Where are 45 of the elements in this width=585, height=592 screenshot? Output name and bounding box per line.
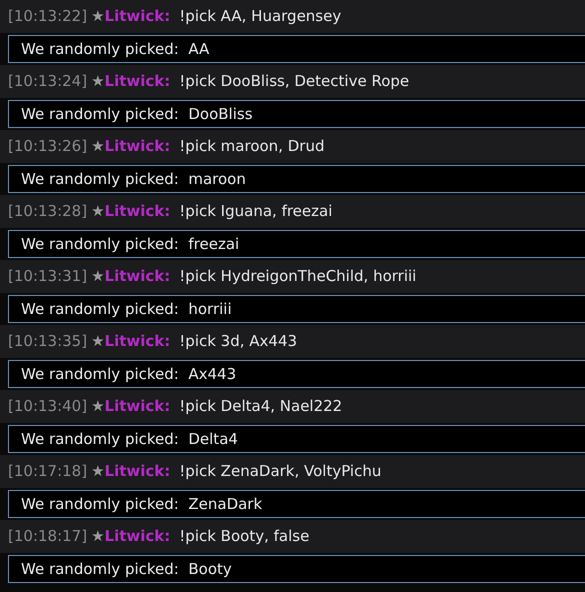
username: Litwick: (104, 266, 170, 288)
timestamp: [10:13:28] (8, 201, 88, 222)
result-text: We randomly picked: freezai (21, 234, 240, 255)
timestamp: [10:13:24] (8, 71, 88, 92)
message-text: !pick AA, Huargensey (179, 6, 342, 28)
message-text: !pick Booty, false (179, 526, 310, 548)
message-text: !pick DooBliss, Detective Rope (179, 71, 410, 92)
result-text: We randomly picked: ZenaDark (21, 494, 262, 515)
rank-symbol: ★ (91, 136, 105, 158)
rank-symbol: ★ (91, 396, 105, 418)
rank-symbol: ★ (91, 201, 105, 222)
message-text: !pick maroon, Drud (179, 136, 324, 158)
timestamp: [10:17:18] (8, 461, 88, 482)
username: Litwick: (104, 6, 170, 28)
result-text: We randomly picked: Ax443 (21, 364, 236, 385)
rank-symbol: ★ (91, 461, 105, 482)
username: Litwick: (104, 461, 170, 482)
rank-symbol: ★ (91, 71, 105, 92)
timestamp: [10:13:26] (8, 136, 88, 158)
message-text: !pick 3d, Ax443 (179, 331, 298, 352)
message-text: !pick HydreigonTheChild, horriii (179, 266, 416, 288)
result-text: We randomly picked: DooBliss (21, 104, 253, 125)
result-text: We randomly picked: maroon (21, 168, 246, 190)
message-text: !pick Iguana, freezai (179, 201, 332, 222)
message-text: !pick ZenaDark, VoltyPichu (179, 461, 382, 482)
timestamp: [10:18:17] (8, 526, 88, 548)
rank-symbol: ★ (91, 266, 105, 288)
username: Litwick: (104, 396, 170, 418)
message-text: !pick Delta4, Nael222 (179, 396, 342, 418)
timestamp: [10:13:31] (8, 266, 88, 288)
timestamp: [10:13:35] (8, 331, 88, 352)
rank-symbol: ★ (91, 526, 105, 548)
username: Litwick: (104, 136, 170, 158)
username: Litwick: (104, 201, 170, 222)
result-text: We randomly picked: horriii (21, 298, 232, 320)
result-text: We randomly picked: Delta4 (21, 428, 238, 450)
username: Litwick: (104, 71, 170, 92)
result-text: We randomly picked: AA (21, 38, 210, 60)
rank-symbol: ★ (91, 331, 105, 352)
rank-symbol: ★ (91, 6, 105, 28)
username: Litwick: (104, 526, 170, 548)
timestamp: [10:13:22] (8, 6, 88, 28)
username: Litwick: (104, 331, 170, 352)
timestamp: [10:13:40] (8, 396, 88, 418)
result-text: We randomly picked: Booty (21, 558, 232, 580)
